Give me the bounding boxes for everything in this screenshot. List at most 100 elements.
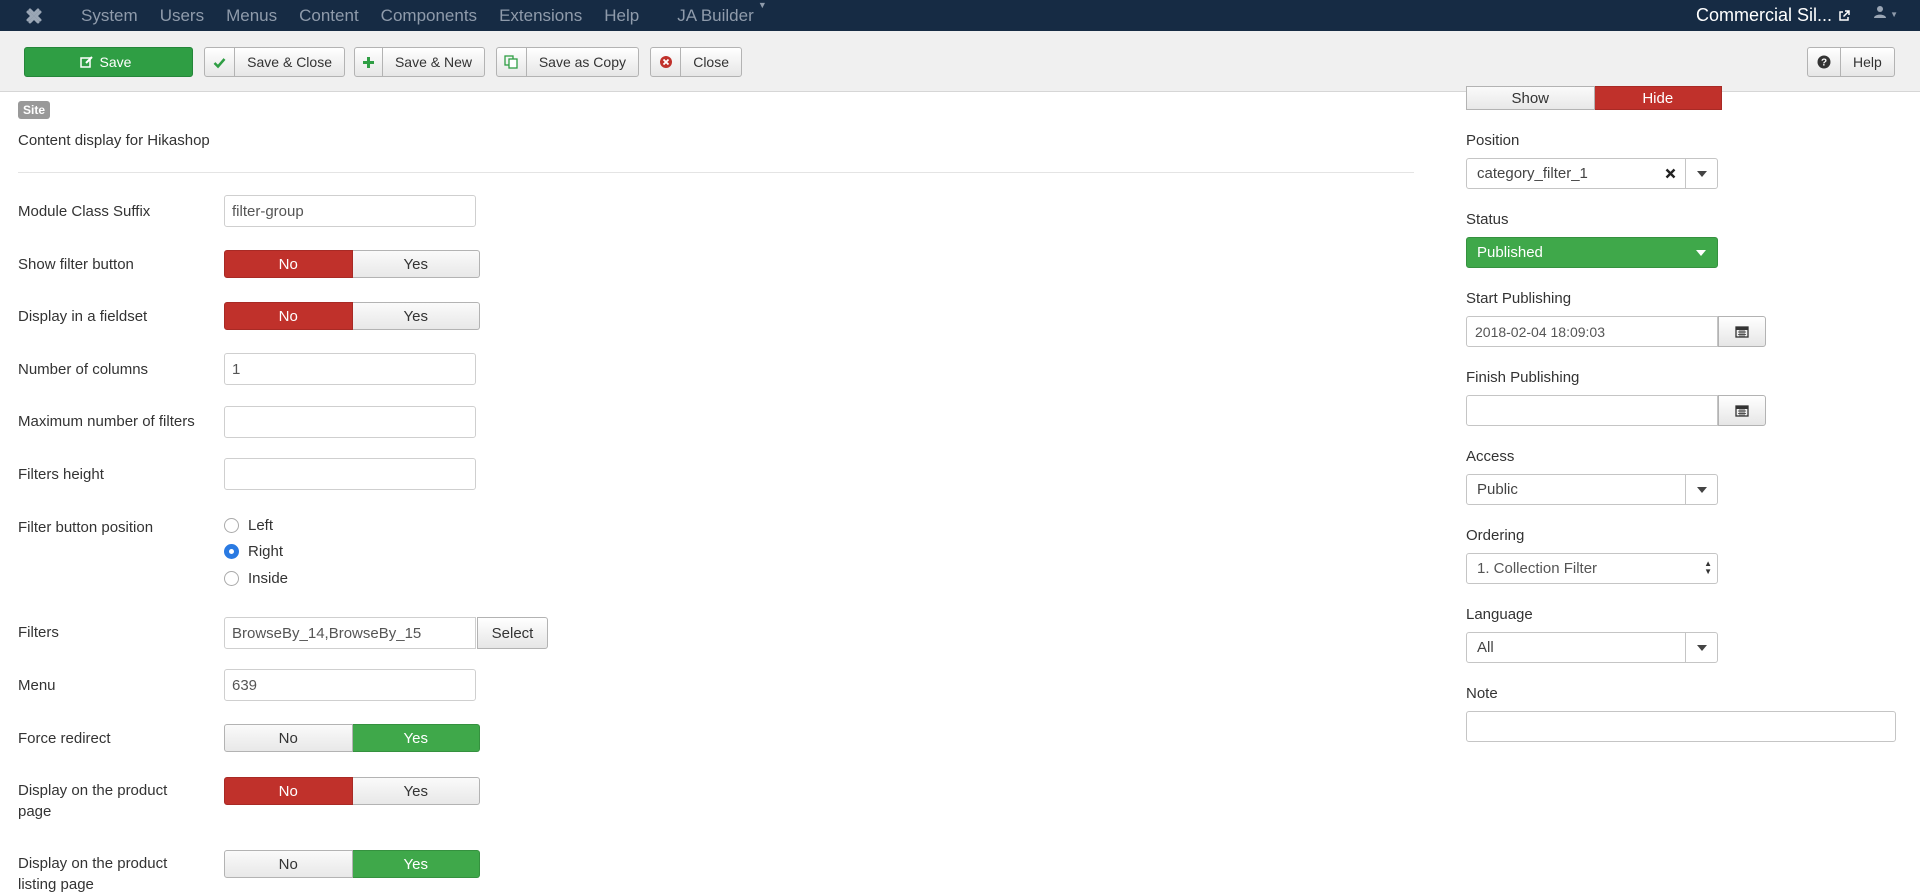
user-menu[interactable]: ▼ (1873, 5, 1898, 23)
force-redirect-no[interactable]: No (224, 724, 353, 752)
site-link[interactable]: Commercial Sil... (1696, 0, 1850, 31)
display-product-page-no[interactable]: No (224, 777, 353, 805)
help-button[interactable]: ? Help (1807, 47, 1895, 77)
display-fieldset-label: Display in a fieldset (18, 308, 148, 325)
joomla-logo-icon[interactable] (20, 2, 48, 30)
menu-content[interactable]: Content (288, 6, 370, 26)
radio-button[interactable] (224, 571, 239, 586)
show-title-show[interactable]: Show (1466, 86, 1595, 110)
menu-system[interactable]: System (70, 6, 149, 26)
calendar-icon[interactable] (1718, 316, 1766, 347)
status-select[interactable]: Published (1466, 237, 1718, 268)
menu-input[interactable]: 639 (224, 669, 476, 701)
display-listing-page-toggle[interactable]: No Yes (224, 850, 480, 878)
select-filters-button[interactable]: Select (477, 617, 548, 649)
position-label: Position (1466, 132, 1520, 149)
access-label: Access (1466, 448, 1515, 465)
filters-height-input[interactable] (224, 458, 476, 490)
status-value: Published (1477, 244, 1543, 261)
menu-components[interactable]: Components (370, 6, 488, 26)
start-publishing-input[interactable]: 2018-02-04 18:09:03 (1466, 316, 1718, 347)
site-badge: Site (18, 101, 51, 119)
access-value: Public (1477, 481, 1518, 498)
check-icon (205, 48, 236, 76)
radio-option-label: Left (248, 517, 274, 534)
menu-ja-builder-label: JA Builder (677, 5, 754, 25)
ordering-select[interactable]: 1. Collection Filter ▲ ▼ (1466, 553, 1718, 584)
divider (18, 172, 1414, 173)
menu-extensions[interactable]: Extensions (488, 6, 593, 26)
caret-down-icon[interactable] (1685, 475, 1717, 504)
language-label: Language (1466, 606, 1533, 623)
force-redirect-label: Force redirect (18, 730, 111, 747)
save-button[interactable]: Save (24, 47, 193, 77)
filters-label: Filters (18, 624, 59, 641)
main-menu: System Users Menus Content Components Ex… (70, 0, 767, 26)
force-redirect-toggle[interactable]: No Yes (224, 724, 480, 752)
ordering-value: 1. Collection Filter (1477, 560, 1598, 577)
caret-down-icon[interactable] (1685, 159, 1717, 188)
menu-help[interactable]: Help (593, 6, 650, 26)
radio-option-inside[interactable]: Inside (224, 570, 288, 587)
note-input[interactable] (1466, 711, 1896, 742)
close-label: Close (693, 54, 729, 70)
display-listing-page-label: Display on the product listing page (18, 853, 167, 895)
radio-option-left[interactable]: Left (224, 517, 273, 534)
radio-button[interactable] (224, 518, 239, 533)
show-title-toggle[interactable]: Show Hide (1466, 86, 1722, 110)
caret-down-icon: ▼ (1890, 9, 1898, 19)
help-label: Help (1853, 54, 1882, 70)
save-copy-button[interactable]: Save as Copy (496, 47, 639, 77)
menu-menus[interactable]: Menus (215, 6, 288, 26)
edit-icon (79, 48, 94, 76)
show-title-hide[interactable]: Hide (1594, 86, 1722, 110)
access-select[interactable]: Public (1466, 474, 1718, 505)
svg-text:?: ? (1821, 58, 1827, 69)
close-circle-icon (651, 48, 682, 76)
toolbar: Save Save & Close Save & New Save as Cop… (0, 31, 1920, 92)
calendar-icon[interactable] (1718, 395, 1766, 426)
show-filter-button-no[interactable]: No (224, 250, 353, 278)
display-fieldset-toggle[interactable]: No Yes (224, 302, 480, 330)
show-filter-button-toggle[interactable]: No Yes (224, 250, 480, 278)
module-class-suffix-input[interactable]: filter-group (224, 195, 476, 227)
clear-x-icon[interactable] (1655, 168, 1685, 179)
save-new-label: Save & New (394, 54, 472, 70)
start-publishing-label: Start Publishing (1466, 290, 1572, 307)
caret-down-icon[interactable] (1685, 238, 1717, 267)
radio-option-label: Inside (248, 570, 289, 587)
sort-arrows-icon: ▲ ▼ (1704, 559, 1712, 576)
show-filter-button-yes[interactable]: Yes (352, 250, 480, 278)
max-filters-input[interactable] (224, 406, 476, 438)
radio-button-checked[interactable] (224, 544, 239, 559)
radio-option-right[interactable]: Right (224, 543, 283, 560)
position-select[interactable]: category_filter_1 (1466, 158, 1718, 189)
menu-users[interactable]: Users (149, 6, 215, 26)
close-button[interactable]: Close (650, 47, 742, 77)
display-listing-page-yes[interactable]: Yes (352, 850, 480, 878)
display-product-page-toggle[interactable]: No Yes (224, 777, 480, 805)
label-line: page (18, 803, 52, 820)
module-class-suffix-label: Module Class Suffix (18, 203, 151, 220)
show-filter-button-label: Show filter button (18, 256, 134, 273)
save-new-button[interactable]: Save & New (354, 47, 485, 77)
label-line: Display on the product (18, 855, 168, 872)
display-product-page-yes[interactable]: Yes (352, 777, 480, 805)
num-columns-input[interactable]: 1 (224, 353, 476, 385)
force-redirect-yes[interactable]: Yes (352, 724, 480, 752)
menu-ja-builder[interactable]: JA Builder ▼ (666, 0, 767, 26)
display-listing-page-no[interactable]: No (224, 850, 353, 878)
filters-input[interactable]: BrowseBy_14,BrowseBy_15 (224, 617, 476, 649)
radio-option-label: Right (248, 543, 284, 560)
user-icon (1873, 5, 1887, 23)
plus-icon (355, 48, 383, 76)
caret-down-icon[interactable] (1685, 633, 1717, 662)
finish-publishing-input[interactable] (1466, 395, 1718, 426)
language-select[interactable]: All (1466, 632, 1718, 663)
finish-publishing-label: Finish Publishing (1466, 369, 1580, 386)
save-close-button[interactable]: Save & Close (204, 47, 345, 77)
display-fieldset-yes[interactable]: Yes (352, 302, 480, 330)
display-fieldset-no[interactable]: No (224, 302, 353, 330)
status-label: Status (1466, 211, 1509, 228)
max-filters-label: Maximum number of filters (18, 413, 195, 430)
